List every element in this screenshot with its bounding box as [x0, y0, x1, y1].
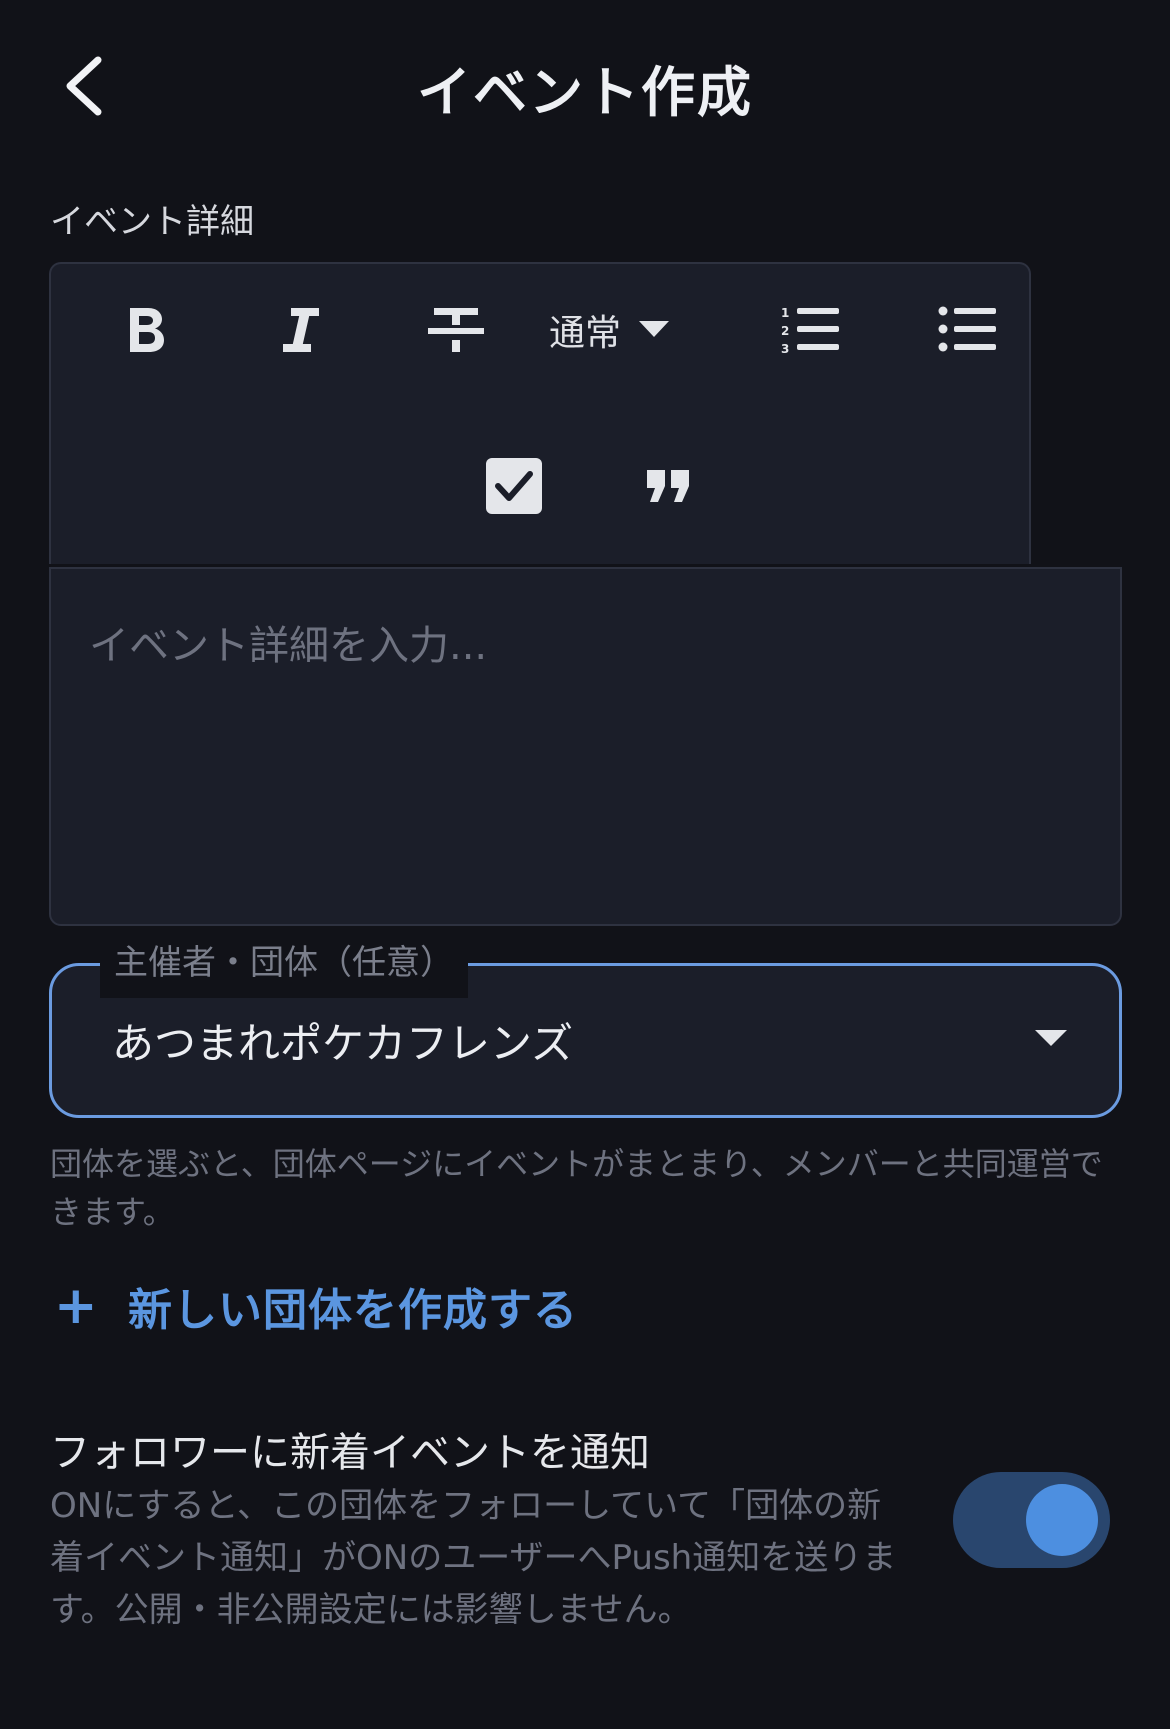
svg-text:1: 1 — [781, 306, 789, 320]
rich-text-toolbar: 通常 1 2 3 — [49, 262, 1031, 564]
checklist-button[interactable] — [469, 454, 559, 518]
quote-icon — [647, 470, 689, 502]
organizer-legend: 主催者・団体（任意） — [100, 928, 468, 998]
plus-icon: + — [54, 1276, 98, 1336]
organizer-select[interactable]: 主催者・団体（任意） あつまれポケカフレンズ — [49, 928, 1122, 1118]
bullet-list-button[interactable] — [923, 298, 1013, 362]
text-format-dropdown[interactable]: 通常 — [539, 298, 679, 362]
strikethrough-icon — [428, 308, 484, 352]
details-label: イベント詳細 — [50, 202, 254, 242]
ordered-list-button[interactable]: 1 2 3 — [766, 298, 856, 362]
create-group-link[interactable]: + 新しい団体を作成する — [54, 1274, 578, 1338]
page-title: イベント作成 — [417, 61, 753, 124]
strikethrough-button[interactable] — [411, 298, 501, 362]
italic-button[interactable] — [256, 298, 346, 362]
notify-title: フォロワーに新着イベントを通知 — [50, 1430, 650, 1476]
organizer-value: あつまれポケカフレンズ — [112, 1019, 574, 1068]
text-format-label: 通常 — [548, 313, 621, 354]
organizer-helper-text: 団体を選ぶと、団体ページにイベントがまとまり、メンバーと共同運営できます。 — [50, 1145, 1103, 1231]
details-editor-placeholder: イベント詳細を入力... — [89, 623, 488, 669]
chevron-down-icon — [639, 321, 669, 337]
svg-text:3: 3 — [781, 342, 789, 355]
ordered-list-icon: 1 2 3 — [781, 306, 839, 355]
toggle-knob — [1026, 1484, 1098, 1556]
create-group-label: 新しい団体を作成する — [128, 1285, 578, 1336]
svg-text:2: 2 — [781, 324, 789, 338]
details-editor[interactable]: イベント詳細を入力... — [49, 567, 1122, 926]
event-create-screen: イベント作成 イベント詳細 通常 1 2 3 イベント詳細を入力... 主催者・… — [0, 0, 1170, 1729]
bold-icon — [130, 308, 164, 352]
notify-toggle[interactable] — [953, 1472, 1110, 1568]
bold-button[interactable] — [101, 298, 191, 362]
notify-description: ONにすると、この団体をフォローしていて「団体の新着イベント通知」がONのユーザ… — [50, 1486, 897, 1630]
quote-button[interactable] — [623, 454, 713, 518]
bullet-list-icon — [938, 306, 996, 352]
chevron-down-icon — [1035, 1030, 1067, 1046]
italic-icon — [283, 308, 319, 352]
checkbox-icon — [486, 458, 542, 514]
